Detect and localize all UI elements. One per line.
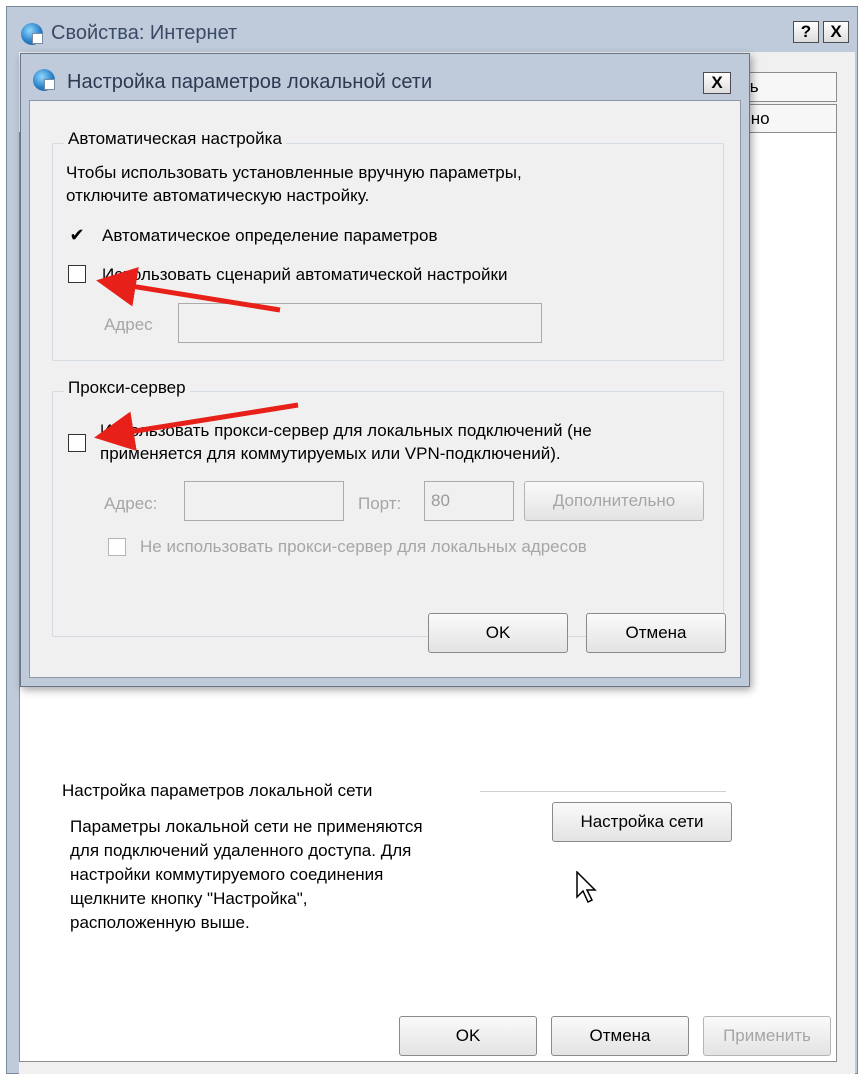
network-settings-button[interactable]: Настройка сети — [552, 802, 732, 842]
dialog-client-area: Автоматическая настройка Чтобы использов… — [29, 100, 741, 678]
bypass-local-label[interactable]: Не использовать прокси-сервер для локаль… — [140, 535, 587, 559]
window-title: Свойства: Интернет — [51, 22, 238, 44]
lan-settings-dialog: Настройка параметров локальной сети X Ав… — [20, 53, 750, 687]
auto-config-description-line: отключите автоматическую настройку. — [66, 186, 370, 205]
proxy-port-label: Порт: — [358, 494, 402, 513]
proxy-port-input[interactable]: 80 — [424, 481, 514, 521]
help-button[interactable]: ? — [793, 21, 819, 43]
lan-settings-title: Настройка параметров локальной сети — [62, 781, 373, 800]
dialog-close-button[interactable]: X — [703, 72, 731, 94]
script-address-input[interactable] — [178, 303, 542, 343]
mouse-cursor-icon — [576, 871, 597, 904]
auto-config-description-line: Чтобы использовать установленные вручную… — [66, 163, 522, 182]
close-button[interactable]: X — [823, 21, 849, 43]
lan-settings-description-line: настройки коммутируемого соединения — [70, 865, 384, 884]
proxy-group-title: Прокси-сервер — [64, 378, 190, 398]
dialog-title: Настройка параметров локальной сети — [67, 71, 433, 93]
use-proxy-checkbox[interactable] — [68, 434, 86, 452]
lan-settings-description-line: Параметры локальной сети не применяются — [70, 817, 423, 836]
use-proxy-label-line[interactable]: Использовать прокси-сервер для локальных… — [100, 419, 592, 443]
internet-globe-icon — [33, 69, 55, 91]
proxy-address-label: Адрес: — [104, 494, 158, 513]
script-address-label: Адрес — [104, 315, 153, 334]
lan-settings-description-line: расположенную выше. — [70, 913, 250, 932]
use-script-checkbox[interactable] — [68, 265, 86, 283]
cancel-button[interactable]: Отмена — [551, 1016, 689, 1056]
use-proxy-label-line[interactable]: применяется для коммутируемых или VPN-по… — [100, 442, 561, 466]
proxy-address-input[interactable] — [184, 481, 344, 521]
auto-config-group-title: Автоматическая настройка — [64, 129, 286, 149]
bypass-local-checkbox[interactable] — [108, 538, 126, 556]
lan-settings-description-line: для подключений удаленного доступа. Для — [70, 841, 412, 860]
ok-button[interactable]: OK — [399, 1016, 537, 1056]
auto-detect-label[interactable]: Автоматическое определение параметров — [102, 224, 437, 248]
auto-detect-checkbox[interactable]: ✔ — [68, 226, 86, 245]
dialog-ok-button[interactable]: OK — [428, 613, 568, 653]
apply-button[interactable]: Применить — [703, 1016, 831, 1056]
advanced-button[interactable]: Дополнительно — [524, 481, 704, 521]
dialog-cancel-button[interactable]: Отмена — [586, 613, 726, 653]
internet-globe-icon — [21, 23, 43, 45]
lan-settings-description-line: щелкните кнопку "Настройка", — [70, 889, 308, 908]
lan-settings-separator — [480, 791, 726, 792]
use-script-label[interactable]: Использовать сценарий автоматической нас… — [102, 263, 507, 287]
